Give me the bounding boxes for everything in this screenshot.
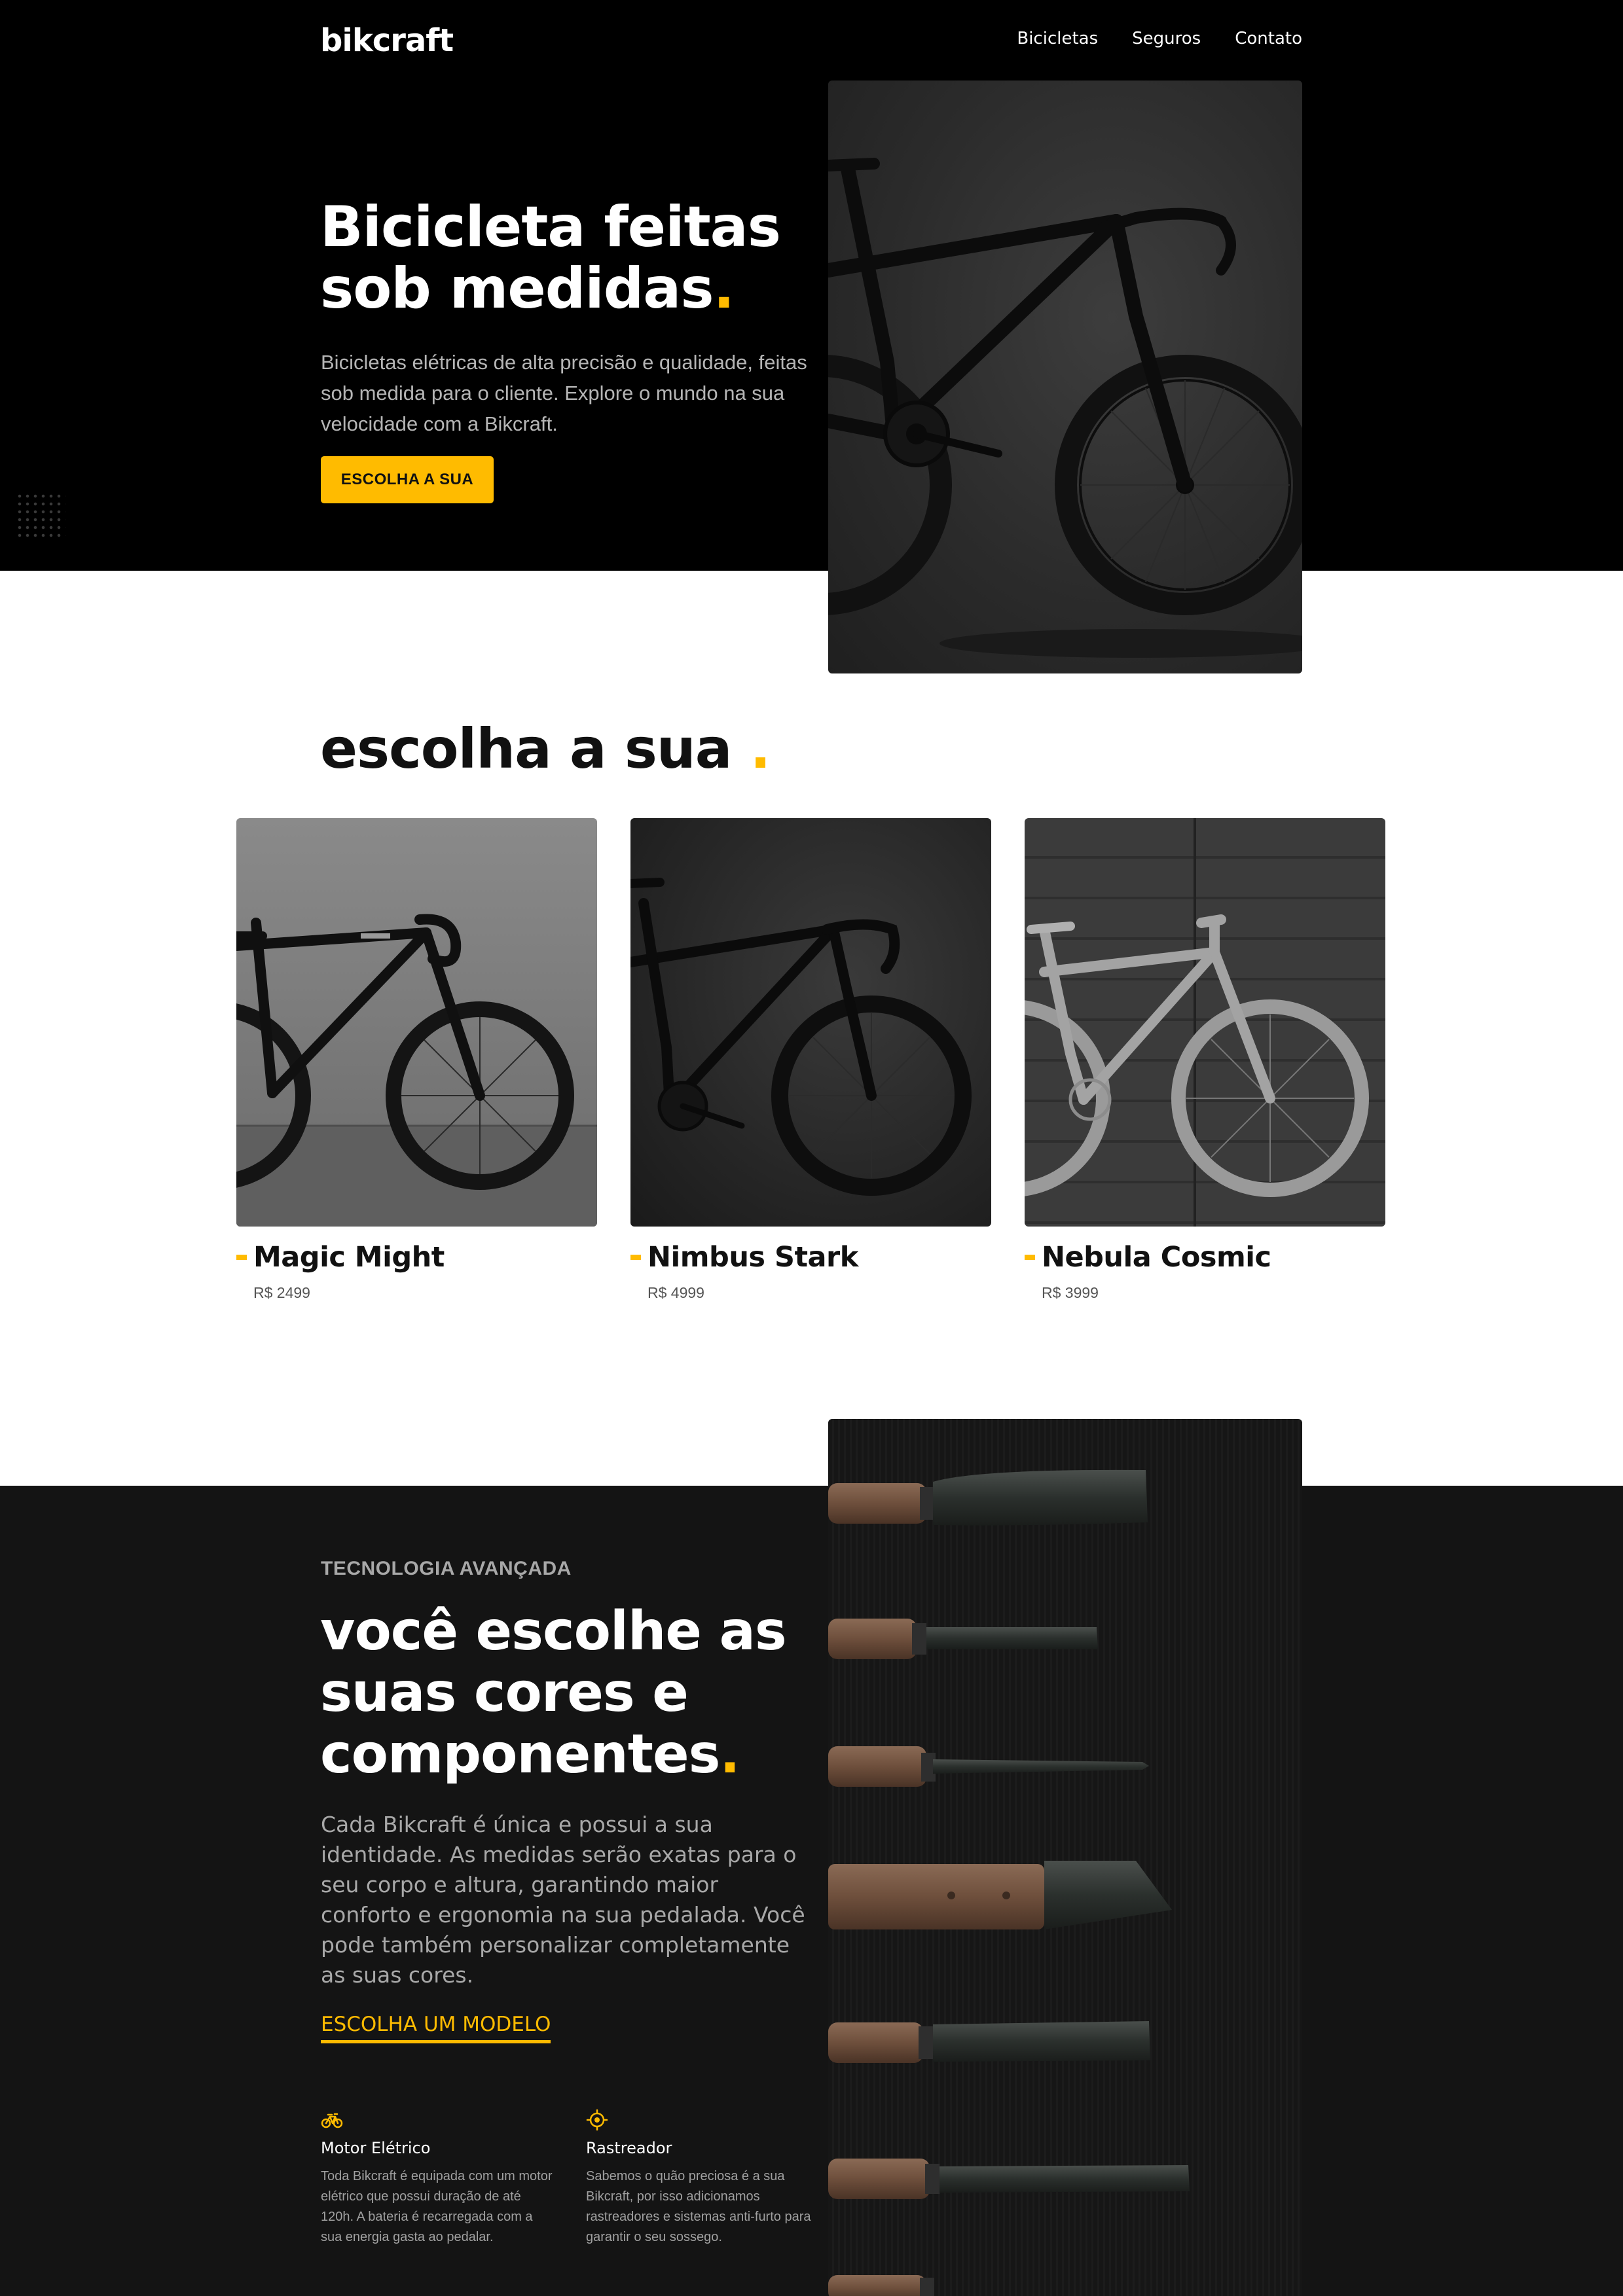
feature-title: Motor Elétrico xyxy=(321,2139,431,2157)
feature-tracker: Rastreador Sabemos o quão preciosa é a s… xyxy=(586,2109,822,2248)
product-card-nebula-cosmic[interactable]: Nebula Cosmic R$ 3999 xyxy=(1025,818,1385,1302)
product-title: Nebula Cosmic xyxy=(1025,1241,1385,1274)
electric-bike-icon xyxy=(321,2109,343,2131)
product-list: Magic Might R$ 2499 Nimbus Stark R$ 4999… xyxy=(236,818,1387,1302)
main-nav: Bicicletas Seguros Contato xyxy=(1017,29,1302,48)
logo[interactable]: bikcraft xyxy=(320,22,454,59)
dots-pattern-decoration xyxy=(16,492,65,539)
title-accent-mark xyxy=(236,1255,247,1260)
hero-bike-image xyxy=(828,81,1302,673)
title-accent-mark xyxy=(630,1255,641,1260)
technology-subtitle: TECNOLOGIA AVANÇADA xyxy=(321,1558,572,1579)
hero-title-dot: . xyxy=(713,256,735,321)
hero-description: Bicicletas elétricas de alta precisão e … xyxy=(321,351,807,435)
product-image[interactable] xyxy=(236,818,597,1227)
title-accent-mark xyxy=(1025,1255,1035,1260)
technology-description: Cada Bikcraft é única e possui a sua ide… xyxy=(321,1812,805,1988)
products-title-text: escolha a sua xyxy=(320,717,732,781)
product-image[interactable] xyxy=(630,818,991,1227)
product-name[interactable]: Nimbus Stark xyxy=(647,1241,858,1274)
tools-image xyxy=(828,1419,1302,2296)
feature-title: Rastreador xyxy=(586,2139,672,2157)
product-price: R$ 3999 xyxy=(1042,1284,1099,1301)
feature-electric-motor: Motor Elétrico Toda Bikcraft é equipada … xyxy=(321,2109,556,2248)
product-card-magic-might[interactable]: Magic Might R$ 2499 xyxy=(236,818,597,1302)
nav-item-seguros[interactable]: Seguros xyxy=(1132,29,1201,48)
product-price: R$ 2499 xyxy=(253,1284,310,1301)
hero-title-line1: Bicicleta feitas xyxy=(320,194,781,260)
product-card-nimbus-stark[interactable]: Nimbus Stark R$ 4999 xyxy=(630,818,991,1302)
feature-text: Sabemos o quão preciosa é a sua Bikcraft… xyxy=(586,2169,811,2244)
product-title: Nimbus Stark xyxy=(630,1241,991,1274)
product-title: Magic Might xyxy=(236,1241,597,1274)
product-name[interactable]: Nebula Cosmic xyxy=(1042,1241,1271,1274)
product-image[interactable] xyxy=(1025,818,1385,1227)
road-bike-illustration xyxy=(828,158,1302,658)
product-name[interactable]: Magic Might xyxy=(253,1241,445,1274)
nav-item-bicicletas[interactable]: Bicicletas xyxy=(1017,29,1098,48)
carving-tools-illustration xyxy=(828,1469,1190,2296)
hero-title: Bicicleta feitas sob medidas. xyxy=(320,196,818,319)
tracker-icon xyxy=(586,2109,608,2131)
hero-title-line2: sob medidas xyxy=(320,256,714,321)
white-bike-illustration xyxy=(1025,818,1369,1227)
choose-model-link[interactable]: ESCOLHA UM MODELO xyxy=(321,2013,551,2043)
road-bike-illustration xyxy=(630,878,972,1196)
choose-yours-button[interactable]: ESCOLHA A SUA xyxy=(321,456,494,503)
products-section-title: escolha a sua . xyxy=(320,717,771,781)
fixie-bike-illustration xyxy=(236,914,597,1227)
products-title-dot: . xyxy=(750,717,771,781)
technology-title: você escolhe as suas cores e componentes… xyxy=(320,1601,818,1785)
technology-title-text: você escolhe as suas cores e componentes xyxy=(320,1600,787,1785)
feature-text: Toda Bikcraft é equipada com um motor el… xyxy=(321,2169,553,2244)
technology-title-dot: . xyxy=(720,1723,740,1785)
product-price: R$ 4999 xyxy=(647,1284,704,1301)
nav-item-contato[interactable]: Contato xyxy=(1235,29,1302,48)
